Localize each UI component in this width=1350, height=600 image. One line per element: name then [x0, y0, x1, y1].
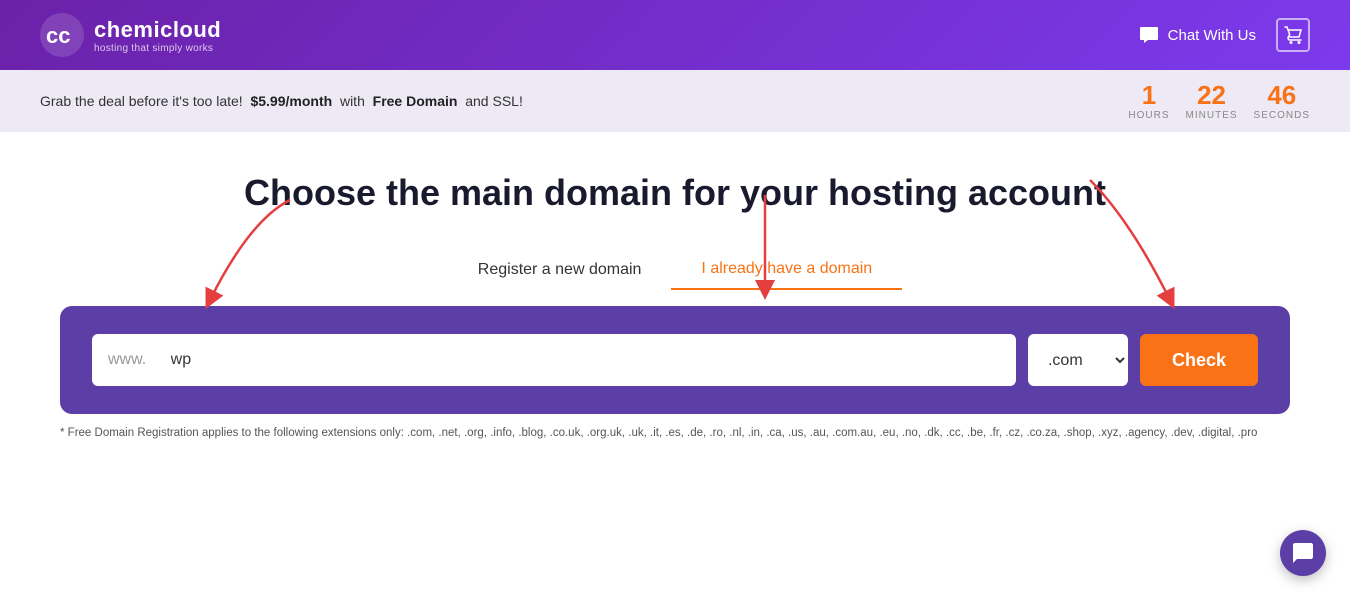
countdown-seconds-label: SECONDS [1254, 110, 1310, 121]
countdown: 1 HOURS 22 MINUTES 46 SECONDS [1128, 82, 1310, 121]
promo-text-before: Grab the deal before it's too late! [40, 93, 243, 109]
www-prefix: www. [108, 351, 151, 369]
cart-button[interactable] [1276, 18, 1310, 52]
domain-tabs: Register a new domain I already have a d… [448, 250, 902, 290]
countdown-minutes-label: MINUTES [1186, 110, 1238, 121]
logo: cc chemicloud hosting that simply works [40, 13, 221, 57]
chat-button[interactable]: Chat With Us [1138, 24, 1256, 46]
logo-name: chemicloud [94, 17, 221, 43]
tab-existing-domain[interactable]: I already have a domain [671, 250, 902, 290]
countdown-hours: 1 HOURS [1128, 82, 1169, 121]
countdown-minutes-value: 22 [1197, 82, 1226, 108]
tab-register-domain[interactable]: Register a new domain [448, 251, 672, 289]
live-chat-bubble[interactable] [1280, 530, 1326, 576]
promo-price: $5.99/month [250, 93, 332, 109]
main-content: Choose the main domain for your hosting … [0, 132, 1350, 290]
countdown-hours-label: HOURS [1128, 110, 1169, 121]
check-button[interactable]: Check [1140, 334, 1258, 386]
promo-banner: Grab the deal before it's too late! $5.9… [0, 70, 1350, 132]
site-header: cc chemicloud hosting that simply works … [0, 0, 1350, 70]
promo-text-after: and SSL! [465, 93, 523, 109]
page-title: Choose the main domain for your hosting … [40, 172, 1310, 214]
logo-icon: cc [40, 13, 84, 57]
promo-text-middle: with [340, 93, 365, 109]
promo-free-domain: Free Domain [373, 93, 458, 109]
header-right: Chat With Us [1138, 18, 1310, 52]
search-box-area: www. .com .net .org .info .blog .co.uk C… [60, 306, 1290, 414]
logo-text: chemicloud hosting that simply works [94, 17, 221, 54]
promo-text: Grab the deal before it's too late! $5.9… [40, 93, 523, 109]
countdown-minutes: 22 MINUTES [1186, 82, 1238, 121]
logo-tagline: hosting that simply works [94, 43, 221, 54]
countdown-hours-value: 1 [1142, 82, 1156, 108]
chat-label: Chat With Us [1168, 27, 1256, 44]
countdown-seconds-value: 46 [1267, 82, 1296, 108]
domain-input-wrapper: www. [92, 334, 1016, 386]
svg-text:cc: cc [46, 23, 70, 48]
tld-select[interactable]: .com .net .org .info .blog .co.uk [1028, 334, 1128, 386]
chat-icon [1138, 24, 1160, 46]
countdown-seconds: 46 SECONDS [1254, 82, 1310, 121]
free-domain-note: * Free Domain Registration applies to th… [0, 414, 1350, 442]
domain-input[interactable] [155, 334, 1000, 386]
